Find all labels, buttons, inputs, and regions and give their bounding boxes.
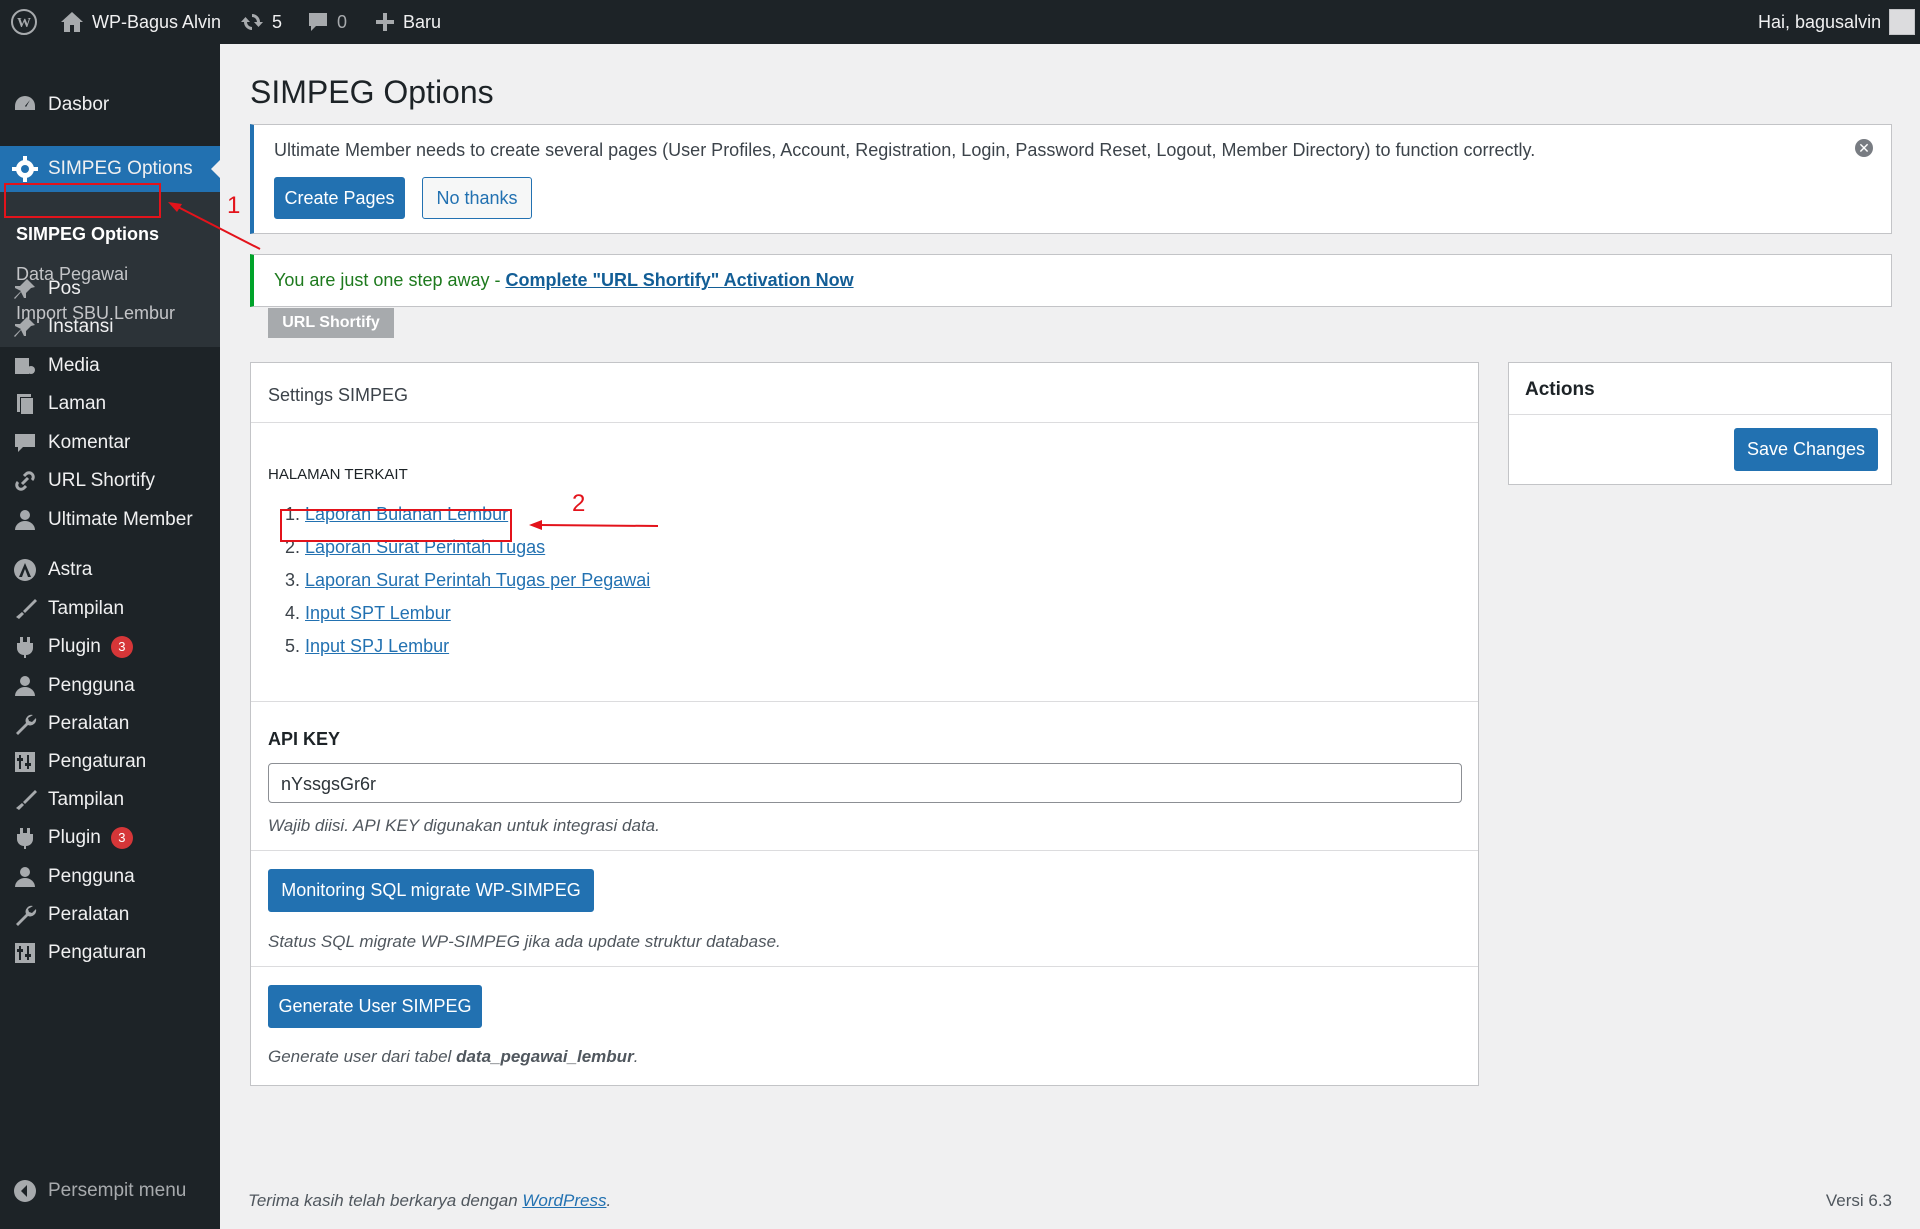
annotation-arrowhead-2: [529, 520, 542, 530]
annotation-arrowhead-1: [168, 202, 182, 212]
annotation-arrows: [168, 202, 659, 530]
annotation-arrow-1: [175, 205, 261, 250]
annotation-arrow-2: [539, 524, 659, 527]
